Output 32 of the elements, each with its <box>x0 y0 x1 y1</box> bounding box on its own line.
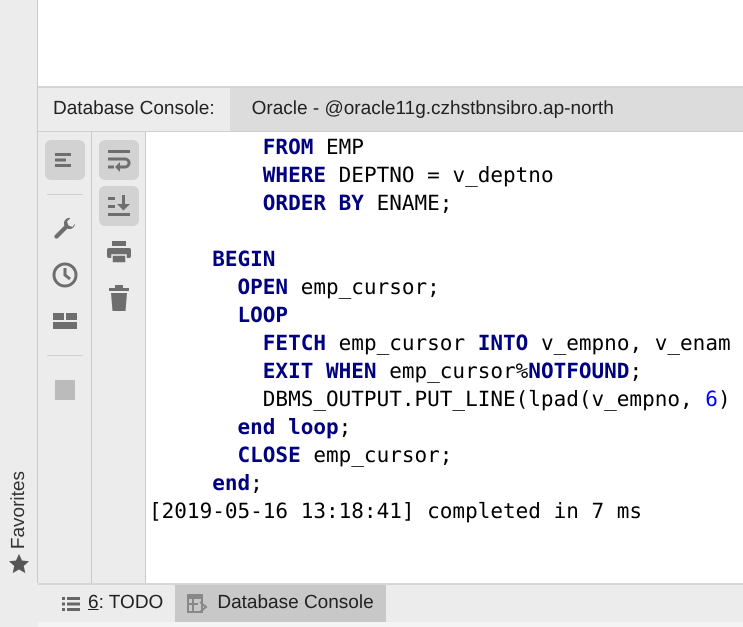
connection-tab[interactable]: Oracle - @oracle11g.czhstbnsibro.ap-north <box>230 88 743 131</box>
tool-window-tab[interactable]: Database Console <box>175 585 386 622</box>
code-line: WHERE DEPTNO = v_deptno <box>262 162 554 189</box>
toolbar-button[interactable] <box>98 140 138 180</box>
console-title: Database Console: <box>52 97 216 122</box>
printer-icon <box>106 240 130 264</box>
code-line: [2019-05-16 13:18:41] completed in 7 ms <box>149 498 642 525</box>
code-line: CLOSE emp_cursor; <box>236 442 452 469</box>
layout-icon <box>52 311 76 331</box>
code-line: EXIT WHEN emp_cursor%NOTFOUND; <box>262 358 642 385</box>
code-line: LOOP <box>236 302 288 329</box>
star-icon <box>8 553 30 575</box>
stop-icon <box>54 380 74 400</box>
list-icon <box>62 596 80 612</box>
wrench-icon <box>52 217 76 241</box>
code-line: ORDER BY ENAME; <box>262 190 452 217</box>
trash-icon <box>108 285 128 311</box>
scroll-to-end-icon <box>106 194 132 218</box>
clock-icon <box>52 262 78 288</box>
code-line: end loop; <box>236 414 352 441</box>
favorites-tab[interactable]: Favorites <box>8 470 30 575</box>
table-console-icon <box>187 594 210 614</box>
toolbar-button[interactable] <box>98 186 138 226</box>
code-line: OPEN emp_cursor; <box>236 274 440 301</box>
code-line: FROM EMP <box>262 134 364 161</box>
code-line: BEGIN <box>211 246 276 273</box>
toolbar-button[interactable] <box>44 140 84 180</box>
code-line: FETCH emp_cursor INTO v_empno, v_enam <box>262 330 731 357</box>
tool-window-tab[interactable]: 6: TODO <box>50 585 176 622</box>
code-line: DBMS_OUTPUT.PUT_LINE(lpad(v_empno, 6) <box>262 386 731 413</box>
soft-wrap-icon <box>106 148 132 172</box>
code-line: end; <box>211 470 263 497</box>
